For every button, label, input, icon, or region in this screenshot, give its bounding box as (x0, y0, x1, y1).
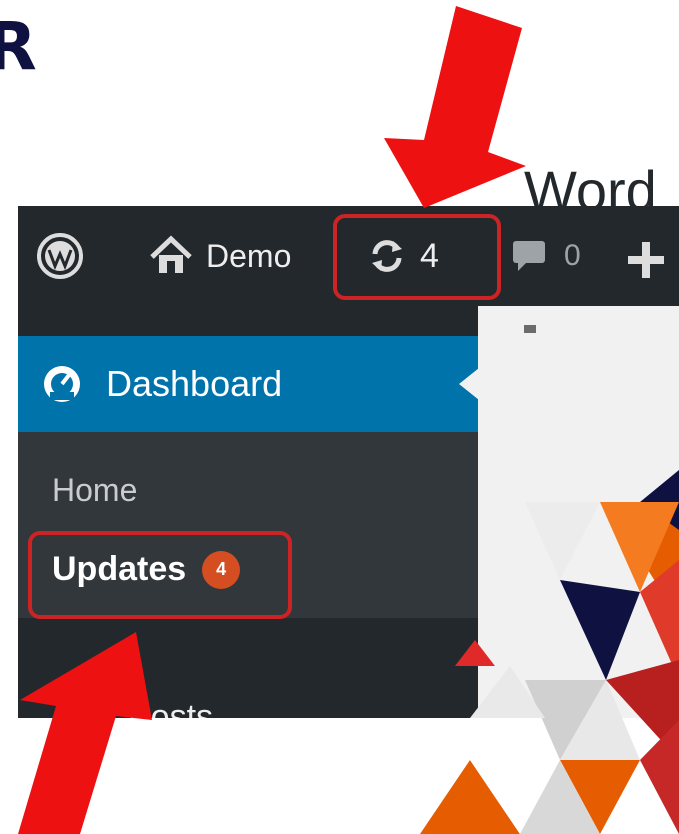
red-arrows (18, 6, 526, 834)
arrow-up-icon (18, 632, 152, 834)
arrow-down-icon (384, 6, 526, 208)
